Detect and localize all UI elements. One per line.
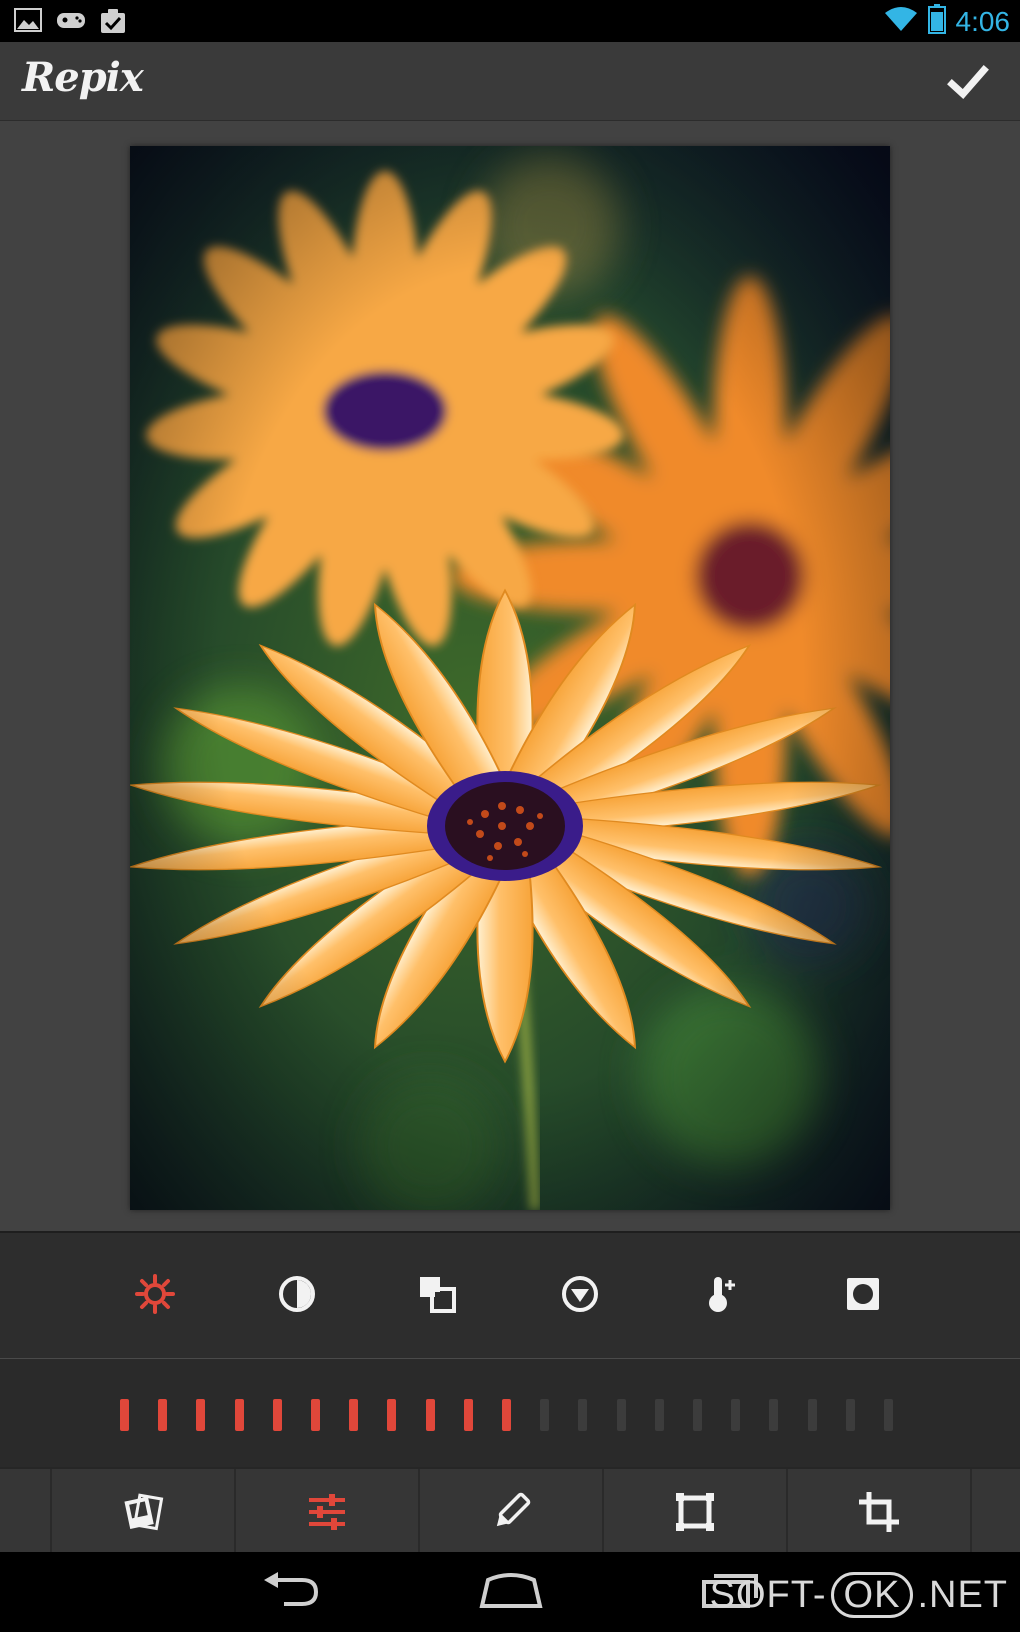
slider-tick[interactable] — [425, 1399, 435, 1431]
back-icon — [264, 1572, 319, 1606]
gamepad-icon — [56, 8, 86, 34]
action-bar: Repix — [0, 42, 1020, 122]
slider-tick[interactable] — [120, 1399, 129, 1431]
contrast-button[interactable] — [272, 1269, 322, 1319]
slider-tick[interactable] — [387, 1399, 397, 1431]
vignette-triangle-icon — [562, 1276, 598, 1312]
slider-tick[interactable] — [693, 1399, 702, 1431]
adjustment-bar — [0, 1231, 1020, 1361]
slider-tick[interactable] — [807, 1399, 817, 1431]
slider-tick[interactable] — [845, 1399, 855, 1431]
slider-tick[interactable] — [884, 1399, 893, 1431]
photos-stack-icon — [124, 1492, 164, 1530]
watermark: SOFT- OK .NET — [710, 1572, 1008, 1618]
slider-tick[interactable] — [463, 1399, 473, 1431]
slider-tick[interactable] — [311, 1399, 320, 1431]
battery-icon — [927, 4, 946, 39]
slider-tick[interactable] — [578, 1399, 588, 1431]
slider-tick[interactable] — [196, 1399, 206, 1431]
slider-tick[interactable] — [540, 1399, 550, 1431]
slider-tick[interactable] — [349, 1399, 359, 1431]
slider-tick[interactable] — [616, 1399, 626, 1431]
slider-tick[interactable] — [272, 1399, 282, 1431]
vignette-square-icon — [847, 1278, 879, 1310]
effects-tab[interactable] — [52, 1469, 236, 1554]
adjust-tab[interactable] — [236, 1469, 420, 1554]
confirm-button[interactable] — [946, 60, 990, 104]
saturation-button[interactable] — [412, 1269, 462, 1319]
status-bar: 4:06 — [0, 0, 1020, 42]
slider-tick[interactable] — [502, 1399, 511, 1431]
orange-daisy-photo[interactable] — [130, 146, 890, 1210]
slider-tick[interactable] — [769, 1399, 779, 1431]
clipboard-check-icon — [100, 8, 126, 34]
slider-tick[interactable] — [234, 1399, 244, 1431]
wifi-icon — [884, 6, 918, 37]
slider-tick[interactable] — [731, 1399, 741, 1431]
navigation-bar: SOFT- OK .NET — [0, 1552, 1020, 1632]
watermark-suffix: .NET — [917, 1573, 1008, 1616]
temperature-thermometer-icon — [709, 1277, 735, 1312]
slider-ticks[interactable] — [120, 1399, 900, 1433]
status-clock: 4:06 — [955, 5, 1011, 37]
image-icon — [14, 8, 42, 34]
crop-icon — [859, 1491, 899, 1532]
watermark-boxed: OK — [830, 1572, 914, 1618]
bottom-toolbar — [0, 1467, 1020, 1554]
pencil-brush-icon — [496, 1492, 531, 1526]
crop-tab[interactable] — [788, 1469, 972, 1554]
contrast-icon — [279, 1276, 315, 1312]
intensity-slider[interactable] — [0, 1359, 1020, 1467]
back-button[interactable] — [262, 1570, 322, 1615]
brightness-sun-icon — [135, 1274, 175, 1314]
brightness-button[interactable] — [130, 1269, 180, 1319]
frame-icon — [676, 1492, 714, 1531]
editor-canvas — [0, 121, 1020, 1231]
brush-tab[interactable] — [420, 1469, 604, 1554]
temperature-button[interactable] — [697, 1269, 747, 1319]
system-indicators: 4:06 — [884, 4, 1011, 39]
vignette-filter-button[interactable] — [555, 1269, 605, 1319]
watermark-prefix: SOFT- — [709, 1573, 827, 1616]
slider-tick[interactable] — [654, 1399, 664, 1431]
home-icon — [479, 1573, 543, 1608]
home-button[interactable] — [478, 1570, 544, 1615]
toolbar-edge — [972, 1469, 1020, 1554]
vignette-button[interactable] — [838, 1269, 888, 1319]
toolbar-edge — [0, 1469, 52, 1554]
saturation-squares-icon — [420, 1277, 456, 1313]
frame-tab[interactable] — [604, 1469, 788, 1554]
adjust-sliders-icon — [309, 1493, 345, 1530]
checkmark-icon — [947, 65, 989, 99]
slider-tick[interactable] — [158, 1399, 168, 1431]
notification-icons — [14, 8, 126, 34]
app-title: Repix — [22, 54, 144, 101]
